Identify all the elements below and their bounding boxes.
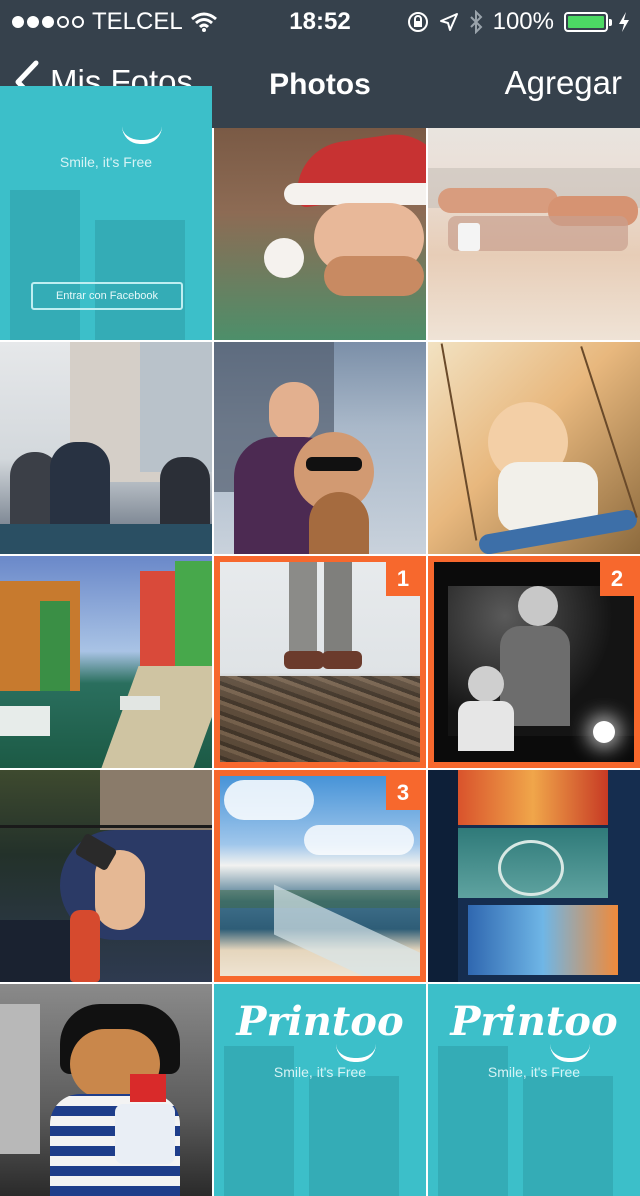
photo-tile[interactable] bbox=[428, 342, 640, 554]
photo-tile[interactable]: Printoo Smile, it's Free bbox=[428, 984, 640, 1196]
photo-tile[interactable]: 2 bbox=[428, 556, 640, 768]
photo-tile[interactable] bbox=[428, 128, 640, 340]
selection-badge: 2 bbox=[600, 562, 634, 596]
photo-grid: Smile, it's Free Entrar con Facebook 1 2… bbox=[0, 86, 640, 1196]
photo-tile[interactable]: Smile, it's Free Entrar con Facebook bbox=[0, 86, 212, 340]
status-bar: TELCEL 18:52 100% bbox=[0, 0, 640, 40]
selection-badge: 1 bbox=[386, 562, 420, 596]
carrier-label: TELCEL bbox=[92, 8, 183, 35]
printoo-logo: Printoo bbox=[450, 998, 618, 1045]
selection-badge: 3 bbox=[386, 776, 420, 810]
photo-tile[interactable] bbox=[214, 342, 426, 554]
wifi-icon bbox=[190, 12, 217, 32]
rotation-lock-icon bbox=[407, 12, 428, 32]
charging-icon bbox=[619, 12, 629, 32]
battery-icon bbox=[564, 12, 612, 32]
photo-tile[interactable] bbox=[0, 342, 212, 554]
bluetooth-icon bbox=[469, 10, 483, 34]
facebook-login-button: Entrar con Facebook bbox=[31, 282, 183, 310]
tagline-text: Smile, it's Free bbox=[273, 1064, 367, 1080]
signal-strength-icon bbox=[12, 16, 84, 28]
tagline-text: Smile, it's Free bbox=[59, 154, 153, 170]
photo-tile[interactable]: 3 bbox=[214, 770, 426, 982]
photo-tile[interactable]: Printoo Smile, it's Free bbox=[214, 984, 426, 1196]
photo-tile[interactable] bbox=[214, 128, 426, 340]
add-button[interactable]: Agregar bbox=[505, 64, 622, 102]
photo-tile[interactable] bbox=[0, 984, 212, 1196]
photo-tile[interactable] bbox=[428, 770, 640, 982]
location-icon bbox=[439, 13, 458, 31]
photo-tile[interactable] bbox=[0, 770, 212, 982]
battery-percent: 100% bbox=[492, 8, 554, 35]
tagline-text: Smile, it's Free bbox=[487, 1064, 581, 1080]
photo-tile[interactable]: 1 bbox=[214, 556, 426, 768]
printoo-logo: Printoo bbox=[236, 998, 404, 1045]
photo-tile[interactable] bbox=[0, 556, 212, 768]
